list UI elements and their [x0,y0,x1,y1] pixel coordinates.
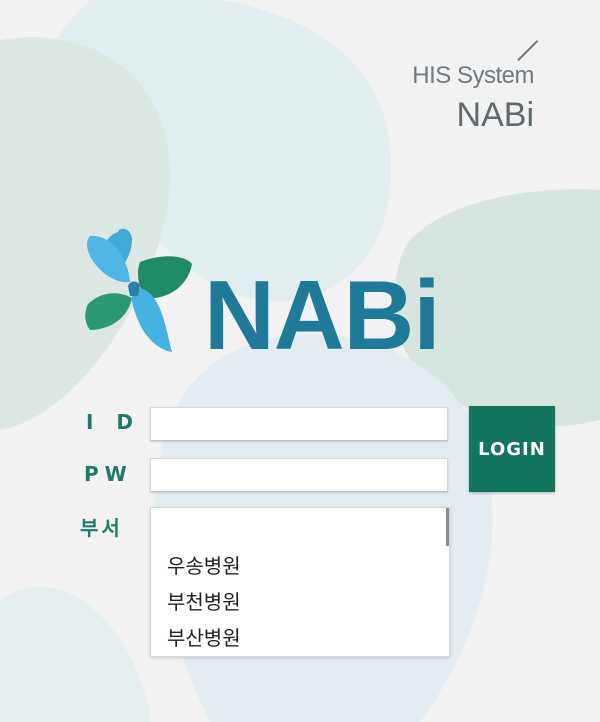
department-option[interactable]: 부산병원 [167,622,241,651]
id-input[interactable] [150,407,448,441]
department-option[interactable]: 우송병원 [167,550,241,579]
logo-wordmark: NABi [204,260,441,370]
butterfly-icon [85,228,192,352]
pw-label: PW [84,462,133,486]
system-header: HIS System NABi [412,62,534,135]
login-button[interactable]: LOGIN [469,406,555,492]
password-input[interactable] [150,458,448,492]
system-label: HIS System [412,62,534,89]
department-listbox[interactable]: 우송병원 부천병원 부산병원 [150,507,450,657]
department-label: 부서 [80,516,123,540]
id-label: I D [86,410,142,434]
listbox-scrollbar[interactable] [446,508,449,546]
system-name: NABi [456,96,534,134]
department-option[interactable]: 부천병원 [167,586,241,615]
nabi-logo: NABi [80,226,480,366]
